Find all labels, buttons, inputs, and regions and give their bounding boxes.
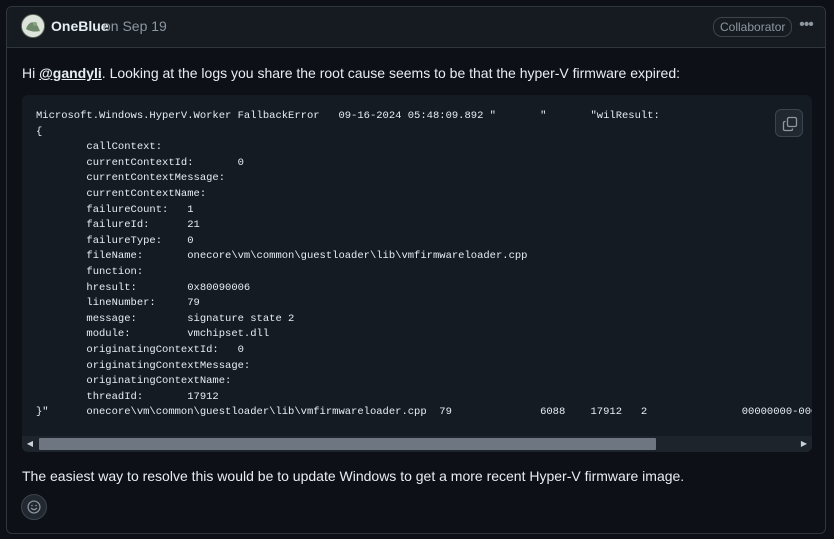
scroll-left-icon[interactable]: ◀ [22,436,38,452]
intro-suffix: . Looking at the logs you share the root… [101,65,681,81]
scrollbar-thumb[interactable] [39,438,656,450]
kebab-horizontal-icon[interactable]: ••• [795,15,817,35]
comment-intro: Hi @gandyli. Looking at the logs you sha… [22,65,680,81]
code-block: Microsoft.Windows.HyperV.Worker Fallback… [22,95,812,452]
add-reaction-button[interactable] [21,494,47,520]
copy-icon [782,116,798,132]
user-mention-link[interactable]: @gandyli [39,65,102,81]
author-avatar[interactable] [21,14,45,38]
log-code: Microsoft.Windows.HyperV.Worker Fallback… [36,110,812,419]
comment-card: OneBlue on Sep 19 Collaborator ••• Hi @g… [6,6,826,534]
comment-header: OneBlue on Sep 19 Collaborator ••• [7,7,825,48]
smiley-icon [27,500,41,514]
comment-date[interactable]: on Sep 19 [103,18,167,34]
scroll-right-icon[interactable]: ▶ [796,436,812,452]
copy-button[interactable] [775,109,803,137]
collaborator-badge: Collaborator [713,17,793,37]
author-name-link[interactable]: OneBlue [51,18,109,34]
comment-outro: The easiest way to resolve this would be… [22,468,685,484]
intro-prefix: Hi [22,65,40,81]
horizontal-scrollbar[interactable]: ◀ ▶ [22,436,812,452]
